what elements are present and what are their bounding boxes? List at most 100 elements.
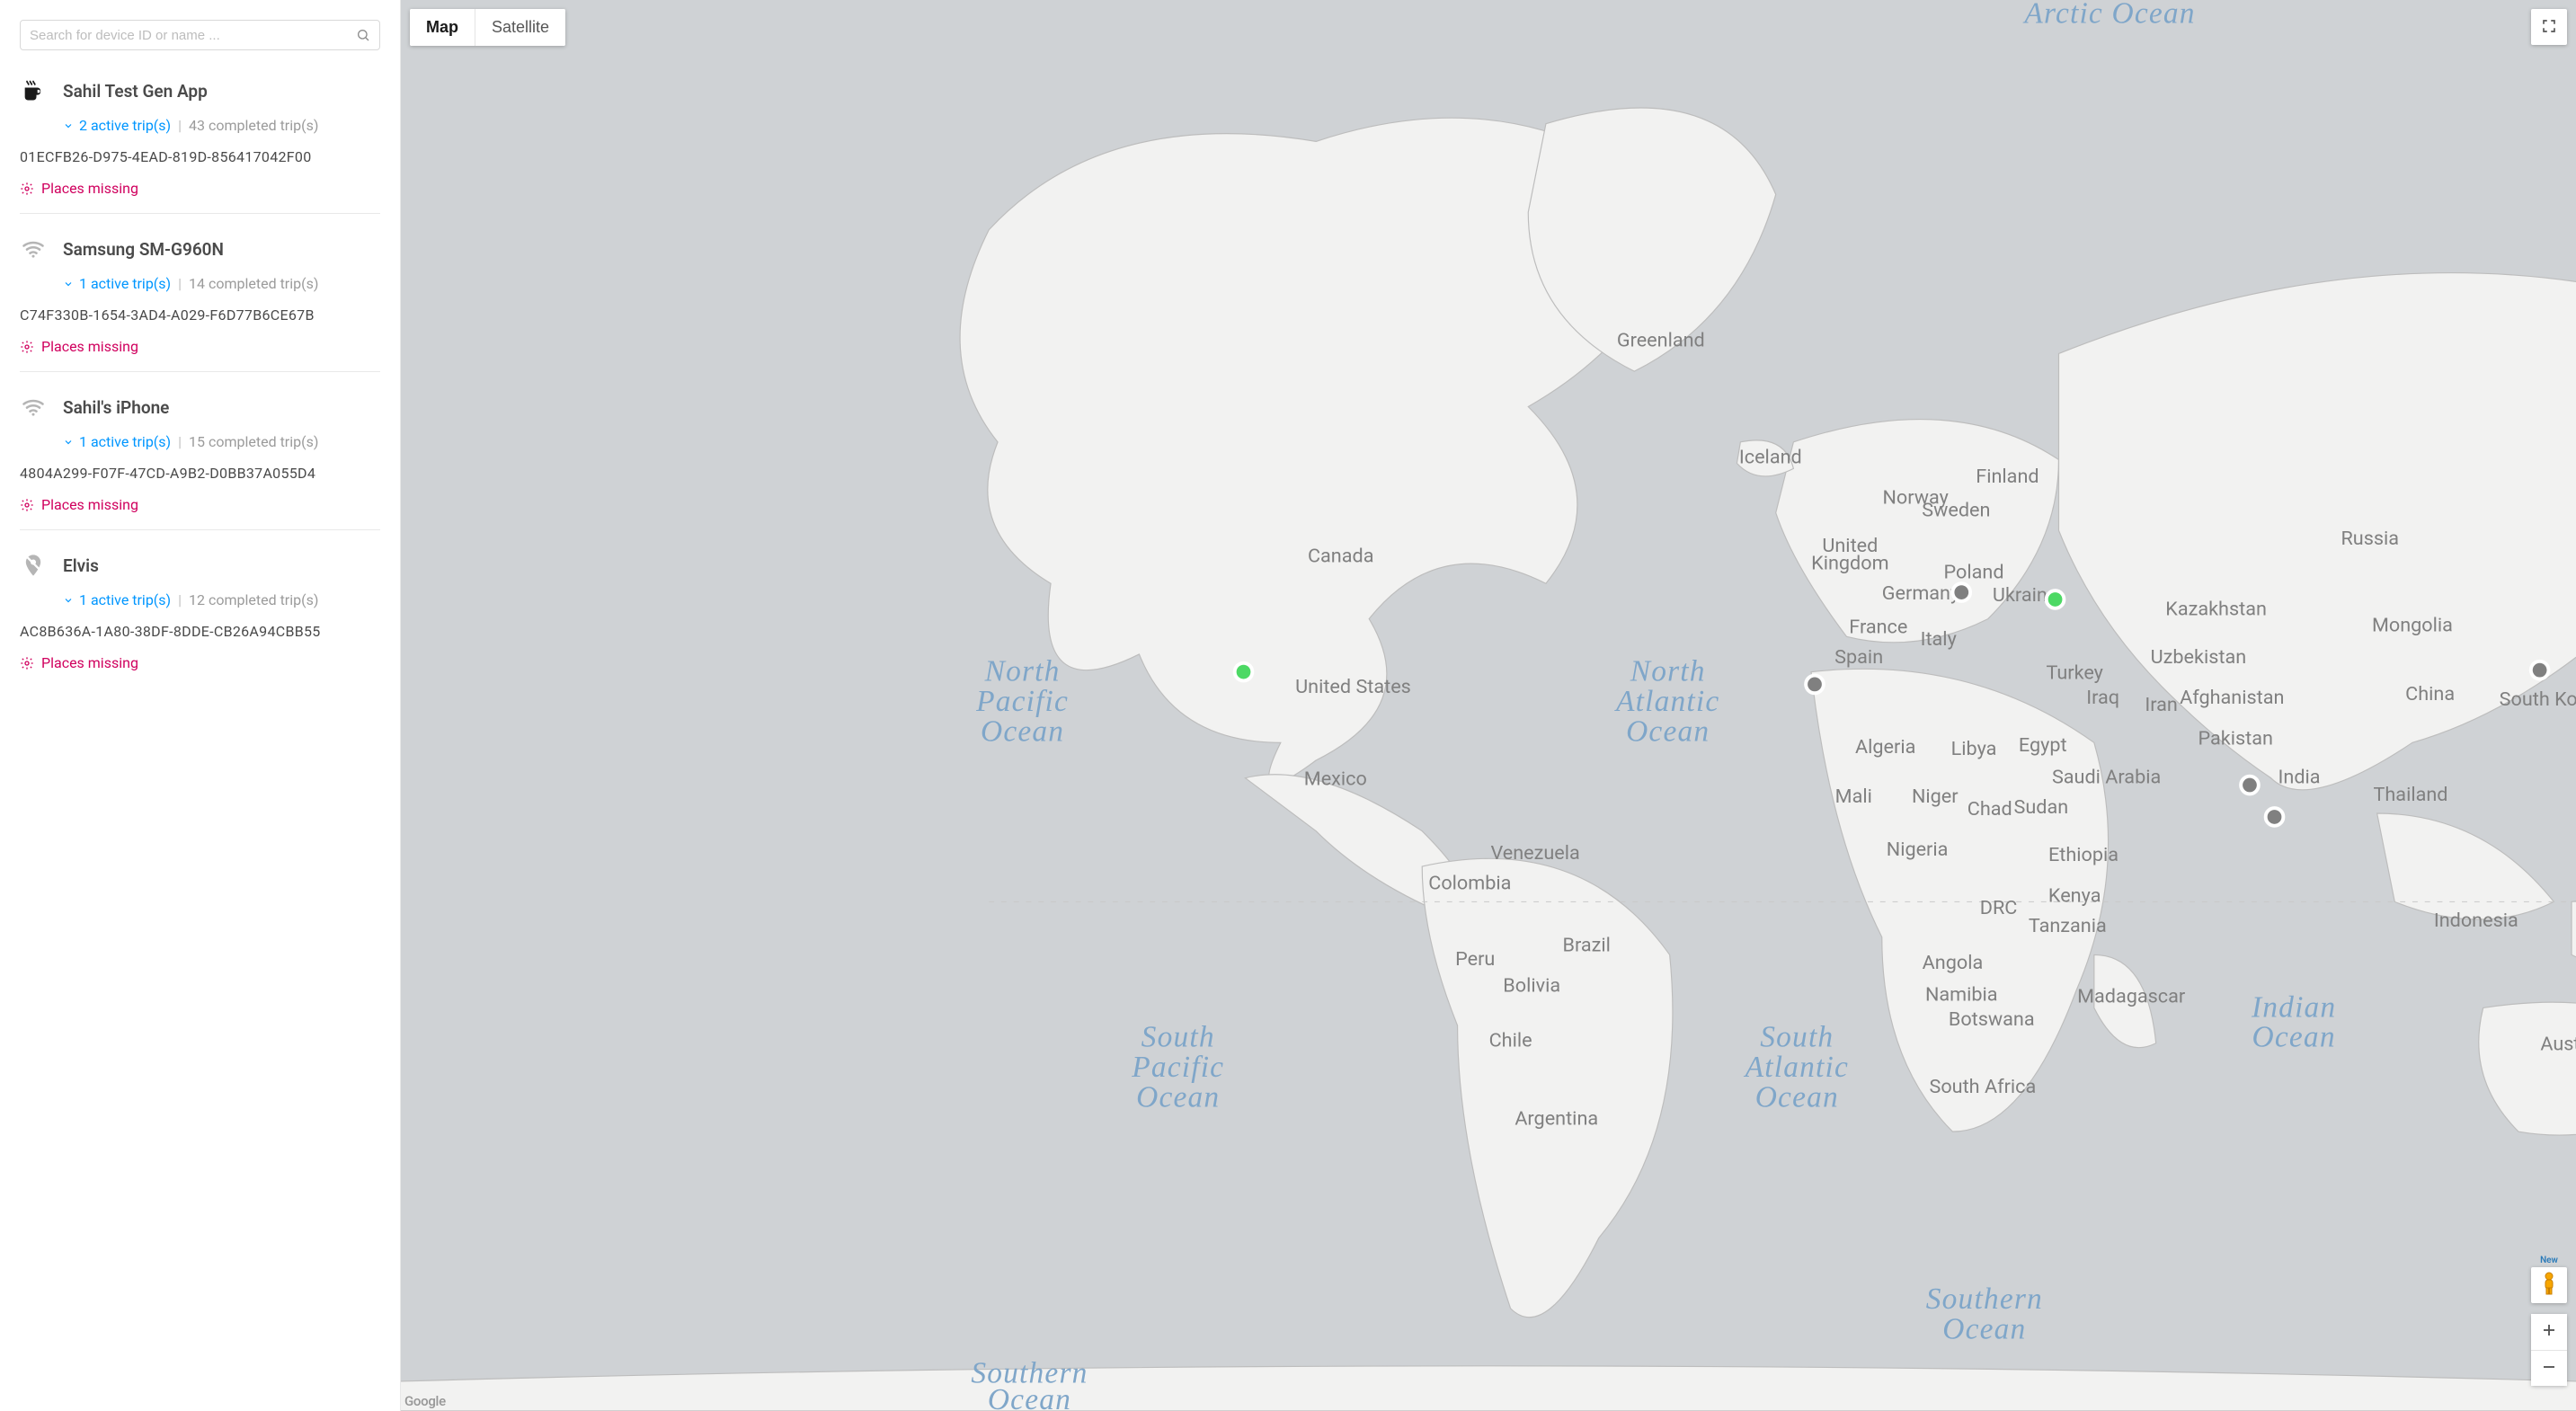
country-label: Madagascar [2077, 986, 2186, 1008]
search-wrapper [0, 0, 400, 56]
country-label: South Africa [1930, 1076, 2037, 1098]
ocean-label: Ocean [1942, 1312, 2026, 1345]
zoom-in-button[interactable] [2531, 1314, 2567, 1350]
map-type-switch: Map Satellite [410, 9, 565, 46]
streetview-pegman[interactable] [2531, 1267, 2567, 1303]
trips-row: 1 active trip(s) | 14 completed trip(s) [63, 275, 380, 292]
country-label: Iran [2145, 694, 2178, 716]
map-marker[interactable] [2531, 661, 2549, 679]
gear-icon [20, 498, 34, 512]
country-label: Russia [2341, 528, 2399, 550]
completed-trips-label: 43 completed trip(s) [189, 117, 318, 134]
map-attribution: Google [404, 1393, 446, 1409]
device-card[interactable]: Samsung SM-G960N 1 active trip(s) | 14 c… [20, 214, 380, 372]
country-label: Kenya [2048, 884, 2101, 907]
trips-row: 1 active trip(s) | 12 completed trip(s) [63, 591, 380, 608]
country-label: United States [1295, 676, 1411, 698]
pegman-icon [2540, 1272, 2558, 1299]
country-label: Egypt [2019, 734, 2067, 757]
places-missing-row[interactable]: Places missing [20, 180, 380, 197]
map-type-map-button[interactable]: Map [410, 9, 475, 46]
country-label: Sweden [1922, 499, 1990, 521]
gear-icon [20, 340, 34, 354]
gear-icon [20, 182, 34, 196]
trips-separator: | [176, 275, 183, 292]
map-marker[interactable] [2266, 808, 2284, 826]
country-label: Botswana [1949, 1008, 2035, 1031]
device-id: AC8B636A-1A80-38DF-8DDE-CB26A94CBB55 [20, 623, 380, 640]
chevron-down-icon[interactable] [63, 120, 74, 131]
country-label: Spain [1834, 646, 1883, 669]
country-label: Mongolia [2372, 614, 2453, 636]
ocean-label: South [1760, 1021, 1834, 1054]
chevron-down-icon[interactable] [63, 279, 74, 289]
country-label: Italy [1921, 628, 1957, 651]
country-label: Uzbekistan [2151, 646, 2247, 669]
zoom-out-button[interactable] [2531, 1350, 2567, 1386]
device-head: Samsung SM-G960N [20, 235, 380, 262]
ocean-label: Pacific [1131, 1051, 1224, 1084]
country-label: Brazil [1562, 934, 1610, 956]
country-label: Afghanistan [2180, 687, 2284, 709]
country-label: Peru [1455, 948, 1495, 971]
map-type-satellite-button[interactable]: Satellite [475, 9, 565, 46]
places-missing-row[interactable]: Places missing [20, 654, 380, 671]
fullscreen-button[interactable] [2531, 9, 2567, 45]
active-trips-link[interactable]: 1 active trip(s) [79, 433, 171, 450]
search-box[interactable] [20, 20, 380, 50]
country-label: Thailand [2374, 784, 2448, 806]
completed-trips-label: 15 completed trip(s) [189, 433, 318, 450]
active-trips-link[interactable]: 1 active trip(s) [79, 275, 171, 292]
places-missing-row[interactable]: Places missing [20, 496, 380, 513]
ocean-label: Southern [1926, 1282, 2043, 1316]
active-trips-link[interactable]: 1 active trip(s) [79, 591, 171, 608]
country-label: Pakistan [2198, 727, 2273, 750]
country-label: Iceland [1739, 446, 1802, 468]
places-missing-row[interactable]: Places missing [20, 338, 380, 355]
device-head: Sahil's iPhone [20, 394, 380, 421]
chevron-down-icon[interactable] [63, 595, 74, 606]
search-input[interactable] [30, 28, 356, 43]
country-label: Kazakhstan [2165, 599, 2267, 621]
country-label: Australia [2540, 1034, 2576, 1056]
country-label: Chile [1489, 1030, 1532, 1052]
places-status-label: Places missing [41, 654, 138, 671]
device-list: Sahil Test Gen App 2 active trip(s) | 43… [0, 56, 400, 688]
trips-separator: | [176, 591, 183, 608]
country-label: Turkey [2046, 661, 2102, 684]
trips-row: 1 active trip(s) | 15 completed trip(s) [63, 433, 380, 450]
map-pane[interactable]: Arctic OceanNorthPacificOceanNorthAtlant… [401, 0, 2576, 1411]
world-map-canvas[interactable]: Arctic OceanNorthPacificOceanNorthAtlant… [401, 0, 2576, 1411]
country-label: Greenland [1617, 330, 1705, 352]
map-marker[interactable] [1806, 676, 1824, 694]
device-card[interactable]: Sahil Test Gen App 2 active trip(s) | 43… [20, 56, 380, 214]
map-marker[interactable] [2047, 590, 2065, 608]
country-label: Mali [1835, 785, 1872, 808]
plus-icon [2541, 1319, 2557, 1344]
map-marker[interactable] [1235, 663, 1253, 681]
map-marker[interactable] [2241, 776, 2259, 794]
device-card[interactable]: Sahil's iPhone 1 active trip(s) | 15 com… [20, 372, 380, 530]
active-trips-link[interactable]: 2 active trip(s) [79, 117, 171, 134]
ocean-label: Arctic Ocean [2022, 0, 2195, 31]
ocean-label: North [1630, 654, 1706, 688]
device-title: Samsung SM-G960N [63, 239, 224, 260]
map-marker[interactable] [1952, 583, 1970, 601]
device-card[interactable]: Elvis 1 active trip(s) | 12 completed tr… [20, 530, 380, 688]
device-title: Sahil's iPhone [63, 397, 169, 418]
pegman-new-badge: New [2531, 1256, 2567, 1265]
country-label: Libya [1951, 738, 1997, 760]
country-label: Venezuela [1490, 842, 1579, 865]
trips-separator: | [176, 117, 183, 134]
places-status-label: Places missing [41, 338, 138, 355]
country-label: DRC [1980, 897, 2018, 919]
ocean-label: Ocean [1755, 1081, 1839, 1114]
search-icon [356, 28, 370, 42]
places-status-label: Places missing [41, 180, 138, 197]
chevron-down-icon[interactable] [63, 437, 74, 448]
country-label: South Korea [2500, 688, 2576, 711]
ocean-label: Ocean [1136, 1081, 1220, 1114]
wifi-off-icon [20, 394, 47, 421]
country-label: Nigeria [1887, 839, 1949, 861]
device-id: 4804A299-F07F-47CD-A9B2-D0BB37A055D4 [20, 465, 380, 482]
